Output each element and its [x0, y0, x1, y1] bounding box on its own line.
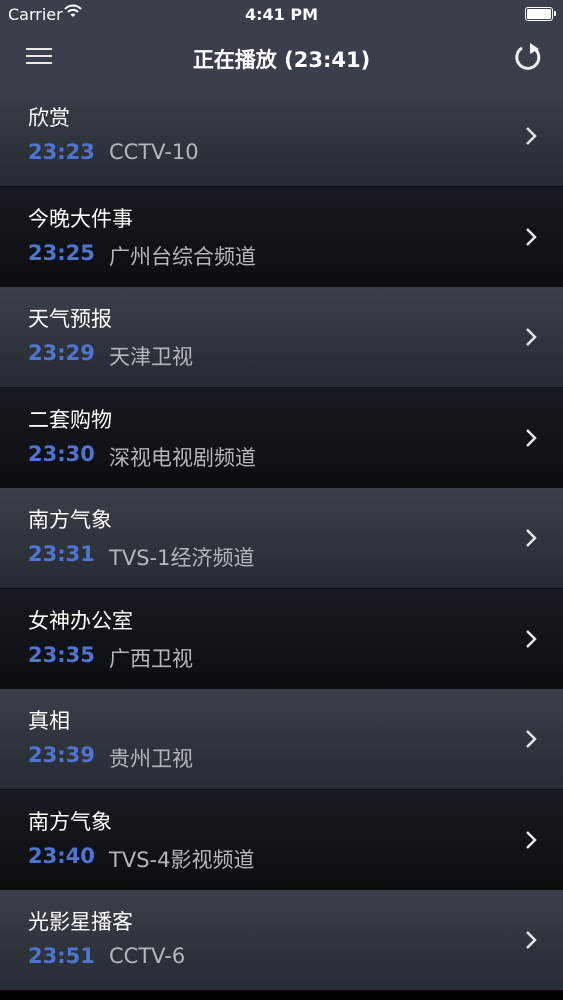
chevron-right-icon — [525, 830, 537, 850]
program-time: 23:23 — [28, 140, 95, 164]
program-row[interactable]: 今晚大件事 23:25 广州台综合频道 — [0, 186, 563, 287]
program-row[interactable]: 光影星播客 23:51 CCTV-6 — [0, 890, 563, 991]
program-channel: CCTV-6 — [109, 944, 186, 968]
chevron-right-icon — [525, 327, 537, 347]
program-row[interactable]: 天气预报 23:29 天津卫视 — [0, 287, 563, 388]
program-name: 真相 — [28, 709, 70, 733]
chevron-right-icon — [525, 428, 537, 448]
program-time: 23:51 — [28, 944, 95, 968]
program-row[interactable]: 南方气象 23:31 TVS-1经济频道 — [0, 488, 563, 589]
program-name: 南方气象 — [28, 508, 112, 532]
program-list: 欣赏 23:23 CCTV-10 今晚大件事 23:25 广州台综合频道天气预报 23:29… — [0, 86, 563, 1000]
chevron-right-icon — [525, 126, 537, 146]
battery-icon — [525, 7, 556, 21]
chevron-right-icon — [525, 930, 537, 950]
chevron-right-icon — [525, 629, 537, 649]
program-channel: 贵州卫视 — [109, 747, 193, 771]
chevron-right-icon — [525, 528, 537, 548]
program-name: 今晚大件事 — [28, 206, 133, 231]
navigation-bar: 正在播放 (23:41) — [0, 30, 563, 86]
program-name: 女神办公室 — [28, 608, 133, 633]
status-bar: Carrier 4:41 PM — [0, 0, 563, 30]
chevron-right-icon — [525, 729, 537, 749]
program-channel: 深视电视剧频道 — [109, 445, 256, 470]
program-row[interactable]: 真相 23:39 贵州卫视 — [0, 689, 563, 790]
program-channel: CCTV-10 — [109, 140, 199, 164]
program-name: 二套购物 — [28, 407, 112, 432]
program-name: 天气预报 — [28, 307, 112, 331]
program-name: 欣赏 — [28, 106, 70, 130]
program-row[interactable]: 欣赏 23:23 CCTV-10 — [0, 86, 563, 187]
program-channel: TVS-1经济频道 — [109, 546, 255, 570]
program-name: 南方气象 — [28, 809, 112, 834]
program-name: 光影星播客 — [28, 910, 133, 934]
program-channel: 广西卫视 — [109, 646, 193, 671]
program-channel: 天津卫视 — [109, 345, 193, 369]
chevron-right-icon — [525, 227, 537, 247]
refresh-icon[interactable] — [511, 40, 545, 74]
program-time: 23:39 — [28, 743, 95, 767]
program-channel: 广州台综合频道 — [109, 244, 256, 269]
program-time: 23:35 — [28, 642, 95, 667]
program-time: 23:29 — [28, 341, 95, 365]
program-row[interactable]: 二套购物 23:30 深视电视剧频道 — [0, 387, 563, 488]
program-channel: TVS-4影视频道 — [109, 847, 255, 872]
program-time: 23:31 — [28, 542, 95, 566]
program-row[interactable]: 南方气象 23:40 TVS-4影视频道 — [0, 789, 563, 890]
program-time: 23:25 — [28, 240, 95, 265]
program-row[interactable]: 女神办公室 23:35 广西卫视 — [0, 588, 563, 689]
status-time: 4:41 PM — [244, 5, 318, 24]
program-time: 23:30 — [28, 441, 95, 466]
page-title: 正在播放 (23:41) — [192, 48, 371, 72]
program-time: 23:40 — [28, 843, 95, 868]
